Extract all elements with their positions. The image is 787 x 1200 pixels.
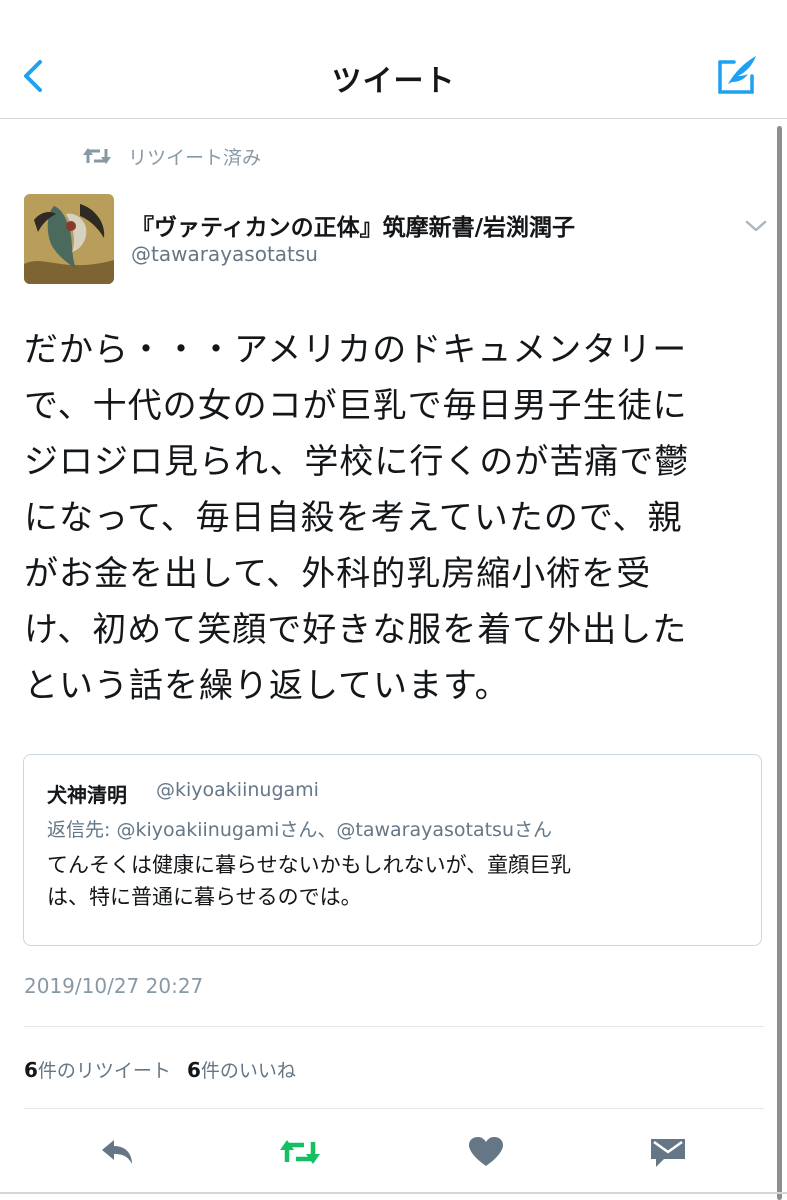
retweet-button[interactable] xyxy=(278,1132,322,1172)
compose-tweet-button[interactable] xyxy=(712,50,762,100)
tweet-stats: 6 件のリツイート 6 件のいいね xyxy=(24,1056,296,1083)
retweets-count: 6 xyxy=(24,1057,38,1082)
divider xyxy=(24,1108,764,1109)
quoted-text-line: てんそくは健康に暮らせないかもしれないが、童顔巨乳 xyxy=(47,853,572,877)
reply-icon xyxy=(102,1140,132,1164)
tweet-text: だから・・・アメリカのドキュメンタリー で、十代の女のコが巨乳で毎日男子生徒に … xyxy=(24,322,759,714)
avatar-image xyxy=(24,194,114,284)
retweets-count-link[interactable]: 6 件のリツイート xyxy=(24,1056,171,1083)
scrollbar[interactable] xyxy=(777,126,782,1200)
retweets-label: 件のリツイート xyxy=(37,1060,171,1082)
share-button[interactable] xyxy=(646,1132,690,1172)
quoted-tweet-text: てんそくは健康に暮らせないかもしれないが、童顔巨乳 は、特に普通に暮らせるのでは… xyxy=(47,849,737,913)
likes-label: 件のいいね xyxy=(200,1060,296,1082)
retweet-icon xyxy=(280,1140,320,1164)
quoted-tweet-card[interactable]: 犬神清明 @kiyoakiinugami 返信先: @kiyoakiinugam… xyxy=(23,754,762,946)
retweet-icon xyxy=(83,148,111,164)
quoted-reply-to: 返信先: @kiyoakiinugamiさん、@tawarayasotatsuさ… xyxy=(47,819,552,841)
tweet-text-line: け、初めて笑顔で好きな服を着て外出した xyxy=(24,610,688,650)
tweet-text-line: だから・・・アメリカのドキュメンタリー xyxy=(24,330,688,370)
quoted-text-line: は、特に普通に暮らせるのでは。 xyxy=(47,885,362,909)
navigation-bar: ツイート xyxy=(0,0,787,119)
tweet-text-line: という話を繰り返しています。 xyxy=(24,666,510,706)
author-handle[interactable]: @tawarayasotatsu xyxy=(131,242,318,266)
retweet-context-label: リツイート済み xyxy=(128,146,262,169)
quoted-author-name: 犬神清明 xyxy=(47,783,127,807)
tweet-text-line: ジロジロ見られ、学校に行くのが苦痛で鬱 xyxy=(24,442,690,482)
tweet-menu-button[interactable] xyxy=(744,216,768,236)
tweet-text-line: がお金を出して、外科的乳房縮小術を受 xyxy=(24,554,652,594)
page-title: ツイート xyxy=(331,64,456,99)
envelope-icon xyxy=(651,1139,685,1167)
likes-count: 6 xyxy=(186,1057,201,1082)
author-name[interactable]: 『ヴァティカンの正体』筑摩新書/岩渕潤子 xyxy=(131,208,575,242)
quoted-author-handle: @kiyoakiinugami xyxy=(156,779,319,801)
divider xyxy=(24,1026,764,1027)
tweet-action-bar xyxy=(0,1132,787,1172)
chevron-down-icon xyxy=(745,220,767,232)
tweet-text-line: で、十代の女のコが巨乳で毎日男子生徒に xyxy=(24,386,688,426)
likes-count-link[interactable]: 6 件のいいね xyxy=(187,1056,296,1083)
avatar[interactable] xyxy=(24,194,114,284)
bottom-divider xyxy=(0,1192,787,1194)
tweet-text-line: になって、毎日自殺を考えていたので、親 xyxy=(24,498,683,538)
tweet-timestamp: 2019/10/27 20:27 xyxy=(24,974,204,998)
retweet-context: リツイート済み xyxy=(82,140,261,172)
like-button[interactable] xyxy=(464,1132,508,1172)
compose-icon xyxy=(718,56,756,94)
reply-button[interactable] xyxy=(96,1132,140,1172)
heart-icon xyxy=(469,1137,503,1166)
